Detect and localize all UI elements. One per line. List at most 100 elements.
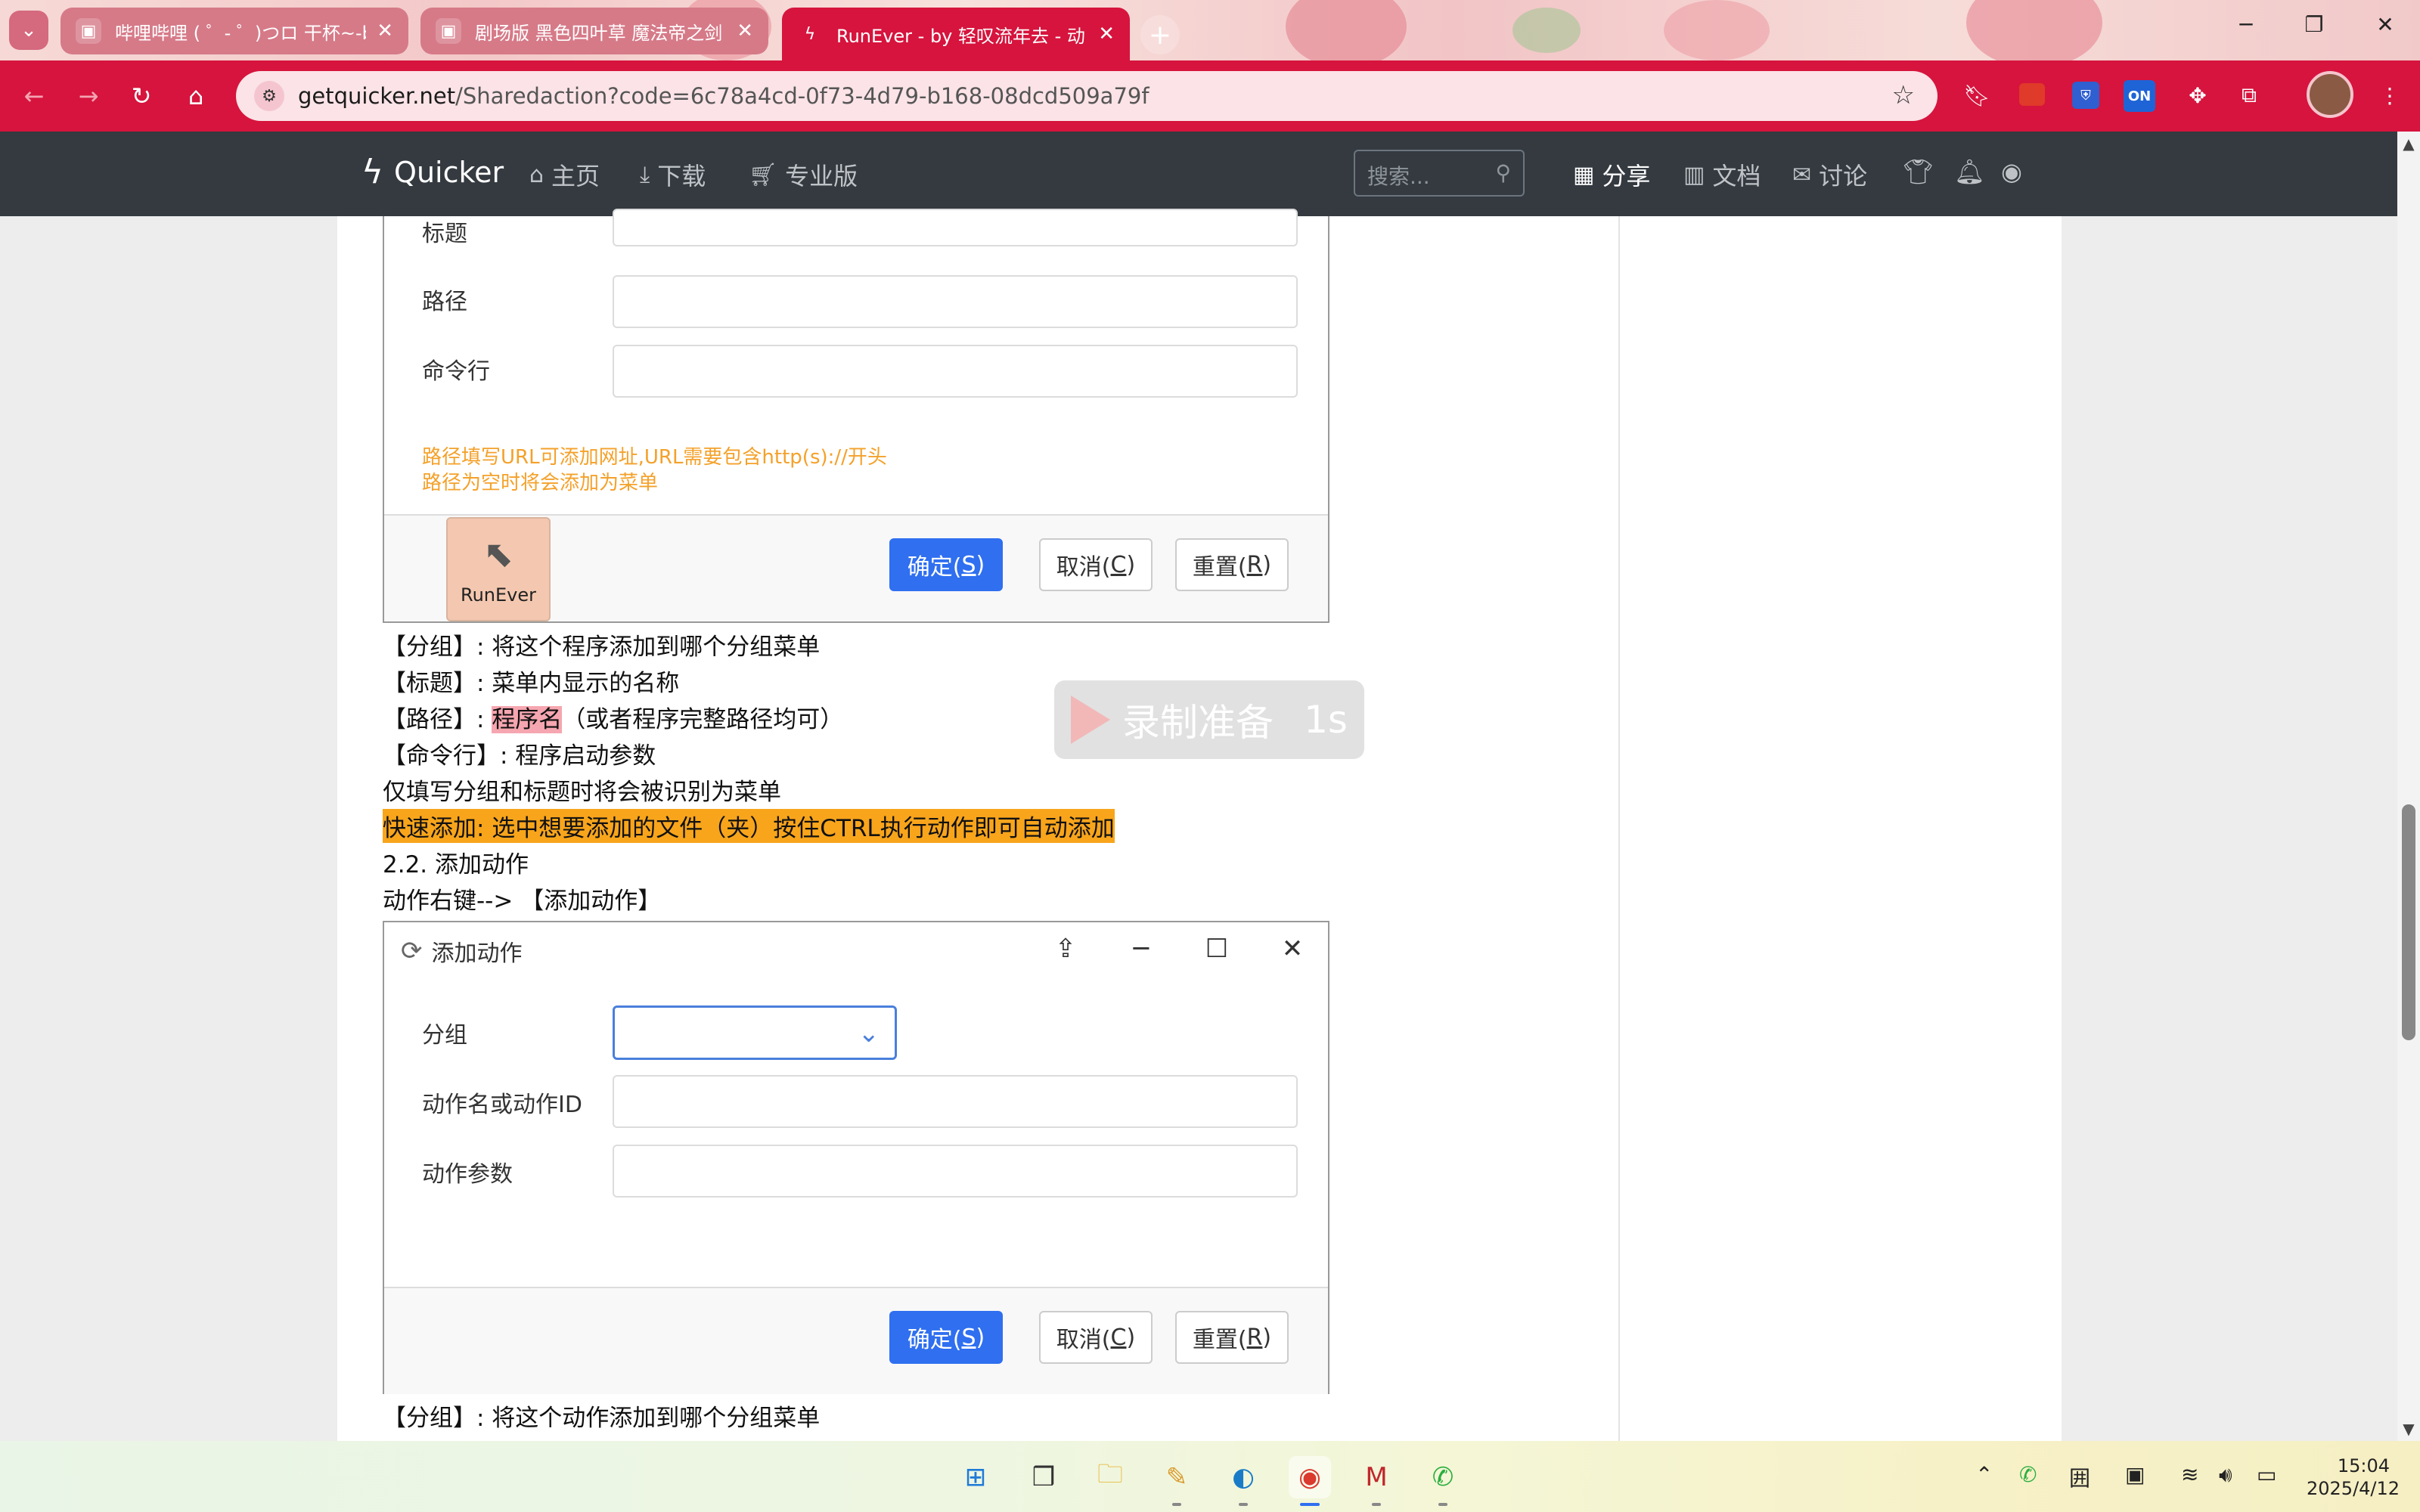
close-icon[interactable]: ✕ — [377, 20, 393, 42]
volume-icon[interactable]: 🔊︎ — [2219, 1462, 2232, 1488]
extension-shield-icon[interactable]: ⛨ — [2072, 82, 2099, 109]
tab-runever[interactable]: ϟ RunEver - by 轻叹流年去 - 动 ✕ — [782, 8, 1130, 60]
close-icon[interactable]: ✕ — [1098, 23, 1115, 45]
wechat-icon[interactable]: ✆ — [1422, 1456, 1464, 1506]
reload-button[interactable]: ↻ — [123, 77, 160, 115]
tab-search-button[interactable]: ⌄ — [9, 11, 48, 50]
system-clock[interactable]: 15:04 2025/4/12 — [2307, 1455, 2400, 1500]
site-brand[interactable]: ϟ Quicker — [361, 153, 504, 191]
address-bar[interactable]: ⚙ getquicker.net/Sharedaction?code=6c78a… — [236, 71, 1938, 121]
site-search-input[interactable]: 搜索... ⚲ — [1354, 150, 1525, 197]
nav-docs-label: 文档 — [1712, 162, 1761, 191]
scroll-down-icon[interactable]: ▼ — [2400, 1420, 2417, 1438]
bookmarks-icon[interactable]: 🔖︎ — [1959, 77, 1995, 113]
doc-line: 仅填写分组和标题时将会被识别为菜单 — [383, 779, 781, 806]
nav-discuss[interactable]: ✉ 讨论 — [1792, 157, 1867, 192]
page-scrollbar[interactable]: ▲ ▼ — [2397, 132, 2420, 1441]
nav-docs[interactable]: ▥ 文档 — [1683, 157, 1761, 192]
extension-on-icon[interactable]: ON — [2124, 80, 2155, 112]
wifi-icon[interactable]: ≋ — [2181, 1462, 2198, 1487]
home-button[interactable]: ⌂ — [177, 77, 215, 115]
extension-grid-icon[interactable]: ✥ — [2180, 77, 2216, 113]
minimize-window-button[interactable]: ─ — [2223, 12, 2269, 37]
action-input[interactable] — [613, 1075, 1298, 1128]
url-host: getquicker.net — [298, 83, 456, 109]
tshirt-icon[interactable]: 👕︎ — [1903, 157, 1934, 186]
btn-paren: ) — [1126, 551, 1136, 578]
site-info-icon[interactable]: ⚙ — [254, 81, 284, 111]
doc-text: （或者程序完整路径均可） — [562, 706, 844, 733]
doc-line-highlight: 快速添加: 选中想要添加的文件（夹）按住CTRL执行动作即可自动添加 — [383, 809, 1115, 843]
bell-icon[interactable]: 🔔︎ — [1954, 157, 1985, 186]
active-indicator — [1300, 1503, 1320, 1506]
confirm-button[interactable]: 确定(S) — [889, 1311, 1003, 1364]
btn-key: C — [1110, 551, 1127, 578]
edge-browser-icon[interactable]: ◐ — [1222, 1456, 1264, 1506]
reset-button[interactable]: 重置(R) — [1175, 538, 1289, 591]
cmd-label: 命令行 — [422, 358, 490, 385]
brand-name: Quicker — [394, 155, 504, 189]
windows-taskbar: ⊞ ❒ 🗀 ✎ ◐ ◉ M ✆ ⌃ ✆ 囲 ▣ ≋ 🔊︎ ▭ 15:04 202… — [0, 1441, 2420, 1512]
profile-avatar[interactable] — [2307, 71, 2353, 118]
restore-window-button[interactable]: ❐ — [2291, 12, 2337, 37]
task-view-icon[interactable]: ❒ — [1022, 1456, 1065, 1498]
close-icon[interactable]: ✕ — [737, 20, 753, 42]
reset-button[interactable]: 重置(R) — [1175, 1311, 1289, 1364]
forward-button[interactable]: → — [70, 77, 107, 115]
nav-share-label: 分享 — [1602, 162, 1651, 191]
nav-pro-label: 专业版 — [785, 162, 858, 191]
add-action-dialog: ⟳ 添加动作 ⇪ ─ ☐ ✕ 分组 ⌄ 动作名或动作ID 动作参数 确定(S) … — [383, 921, 1329, 1394]
btn-label: 取消( — [1056, 554, 1111, 581]
clock-date: 2025/4/12 — [2307, 1478, 2400, 1499]
nav-share[interactable]: ▦ 分享 — [1573, 157, 1650, 192]
close-icon[interactable]: ✕ — [1274, 930, 1311, 968]
windows-start-icon[interactable]: ⊞ — [954, 1456, 997, 1498]
m-app-icon[interactable]: M — [1355, 1456, 1398, 1506]
chrome-browser-icon[interactable]: ◉ — [1289, 1456, 1331, 1506]
nav-home[interactable]: ⌂ 主页 — [529, 157, 600, 192]
tab-bilibili-home[interactable]: ▣ 哔哩哔哩 ( ゜- ゜)つロ 干杯~-bi ✕ — [60, 8, 408, 54]
path-input[interactable] — [613, 275, 1298, 328]
nav-download[interactable]: ⤓ 下载 — [640, 157, 706, 192]
doc-line: 【分组】: 将这个动作添加到哪个分组菜单 — [383, 1405, 821, 1432]
nav-pro[interactable]: 🛒︎ 专业版 — [749, 157, 858, 192]
url-path: /Sharedaction?code=6c78a4cd-0f73-4d79-b1… — [455, 83, 1150, 109]
battery-icon[interactable]: ▭ — [2257, 1462, 2276, 1487]
scroll-thumb[interactable] — [2402, 804, 2415, 1040]
extension-on-label: ON — [2127, 88, 2152, 104]
comments-icon: ✉ — [1792, 161, 1812, 188]
back-button[interactable]: ← — [15, 77, 53, 115]
params-input[interactable] — [613, 1145, 1298, 1198]
bookmark-star-icon[interactable]: ☆ — [1892, 80, 1915, 110]
tray-overflow-icon[interactable]: ⌃ — [1975, 1462, 1993, 1487]
recording-label: 录制准备 — [1122, 701, 1274, 745]
search-icon[interactable]: ⚲ — [1495, 160, 1511, 185]
maximize-icon[interactable]: ☐ — [1198, 930, 1236, 968]
new-tab-button[interactable]: + — [1140, 15, 1180, 54]
ime-icon[interactable]: 囲 — [2069, 1462, 2090, 1492]
cancel-button[interactable]: 取消(C) — [1039, 1311, 1153, 1364]
btn-paren: ) — [1262, 1324, 1272, 1351]
cmd-input[interactable] — [613, 345, 1298, 398]
pin-top-icon[interactable]: ⇪ — [1047, 930, 1084, 968]
close-window-button[interactable]: ✕ — [2363, 12, 2408, 37]
extensions-puzzle-icon[interactable]: ⧉ — [2231, 77, 2267, 113]
scroll-up-icon[interactable]: ▲ — [2400, 135, 2417, 153]
group-select[interactable]: ⌄ — [613, 1005, 897, 1060]
confirm-button[interactable]: 确定(S) — [889, 538, 1003, 591]
btn-paren: ) — [1126, 1324, 1136, 1351]
title-input[interactable] — [613, 209, 1298, 246]
minimize-icon[interactable]: ─ — [1122, 930, 1160, 968]
menu-kebab-icon[interactable]: ⋮ — [2372, 77, 2408, 113]
cancel-button[interactable]: 取消(C) — [1039, 538, 1153, 591]
extension-red-icon[interactable] — [2019, 83, 2045, 106]
runever-action-button[interactable]: ⬉ RunEver — [446, 517, 551, 621]
user-circle-icon[interactable]: ◉ — [2001, 157, 2022, 186]
paint-app-icon[interactable]: ✎ — [1156, 1456, 1198, 1506]
quicker-logo-icon: ϟ — [361, 153, 384, 191]
wechat-tray-icon[interactable]: ✆ — [2019, 1462, 2037, 1487]
app-tray-icon[interactable]: ▣ — [2125, 1462, 2145, 1487]
chevron-down-icon: ⌄ — [858, 1018, 880, 1049]
file-explorer-icon[interactable]: 🗀 — [1089, 1456, 1131, 1498]
tab-bilibili-video[interactable]: ▣ 剧场版 黑色四叶草 魔法帝之剑 ✕ — [420, 8, 768, 54]
